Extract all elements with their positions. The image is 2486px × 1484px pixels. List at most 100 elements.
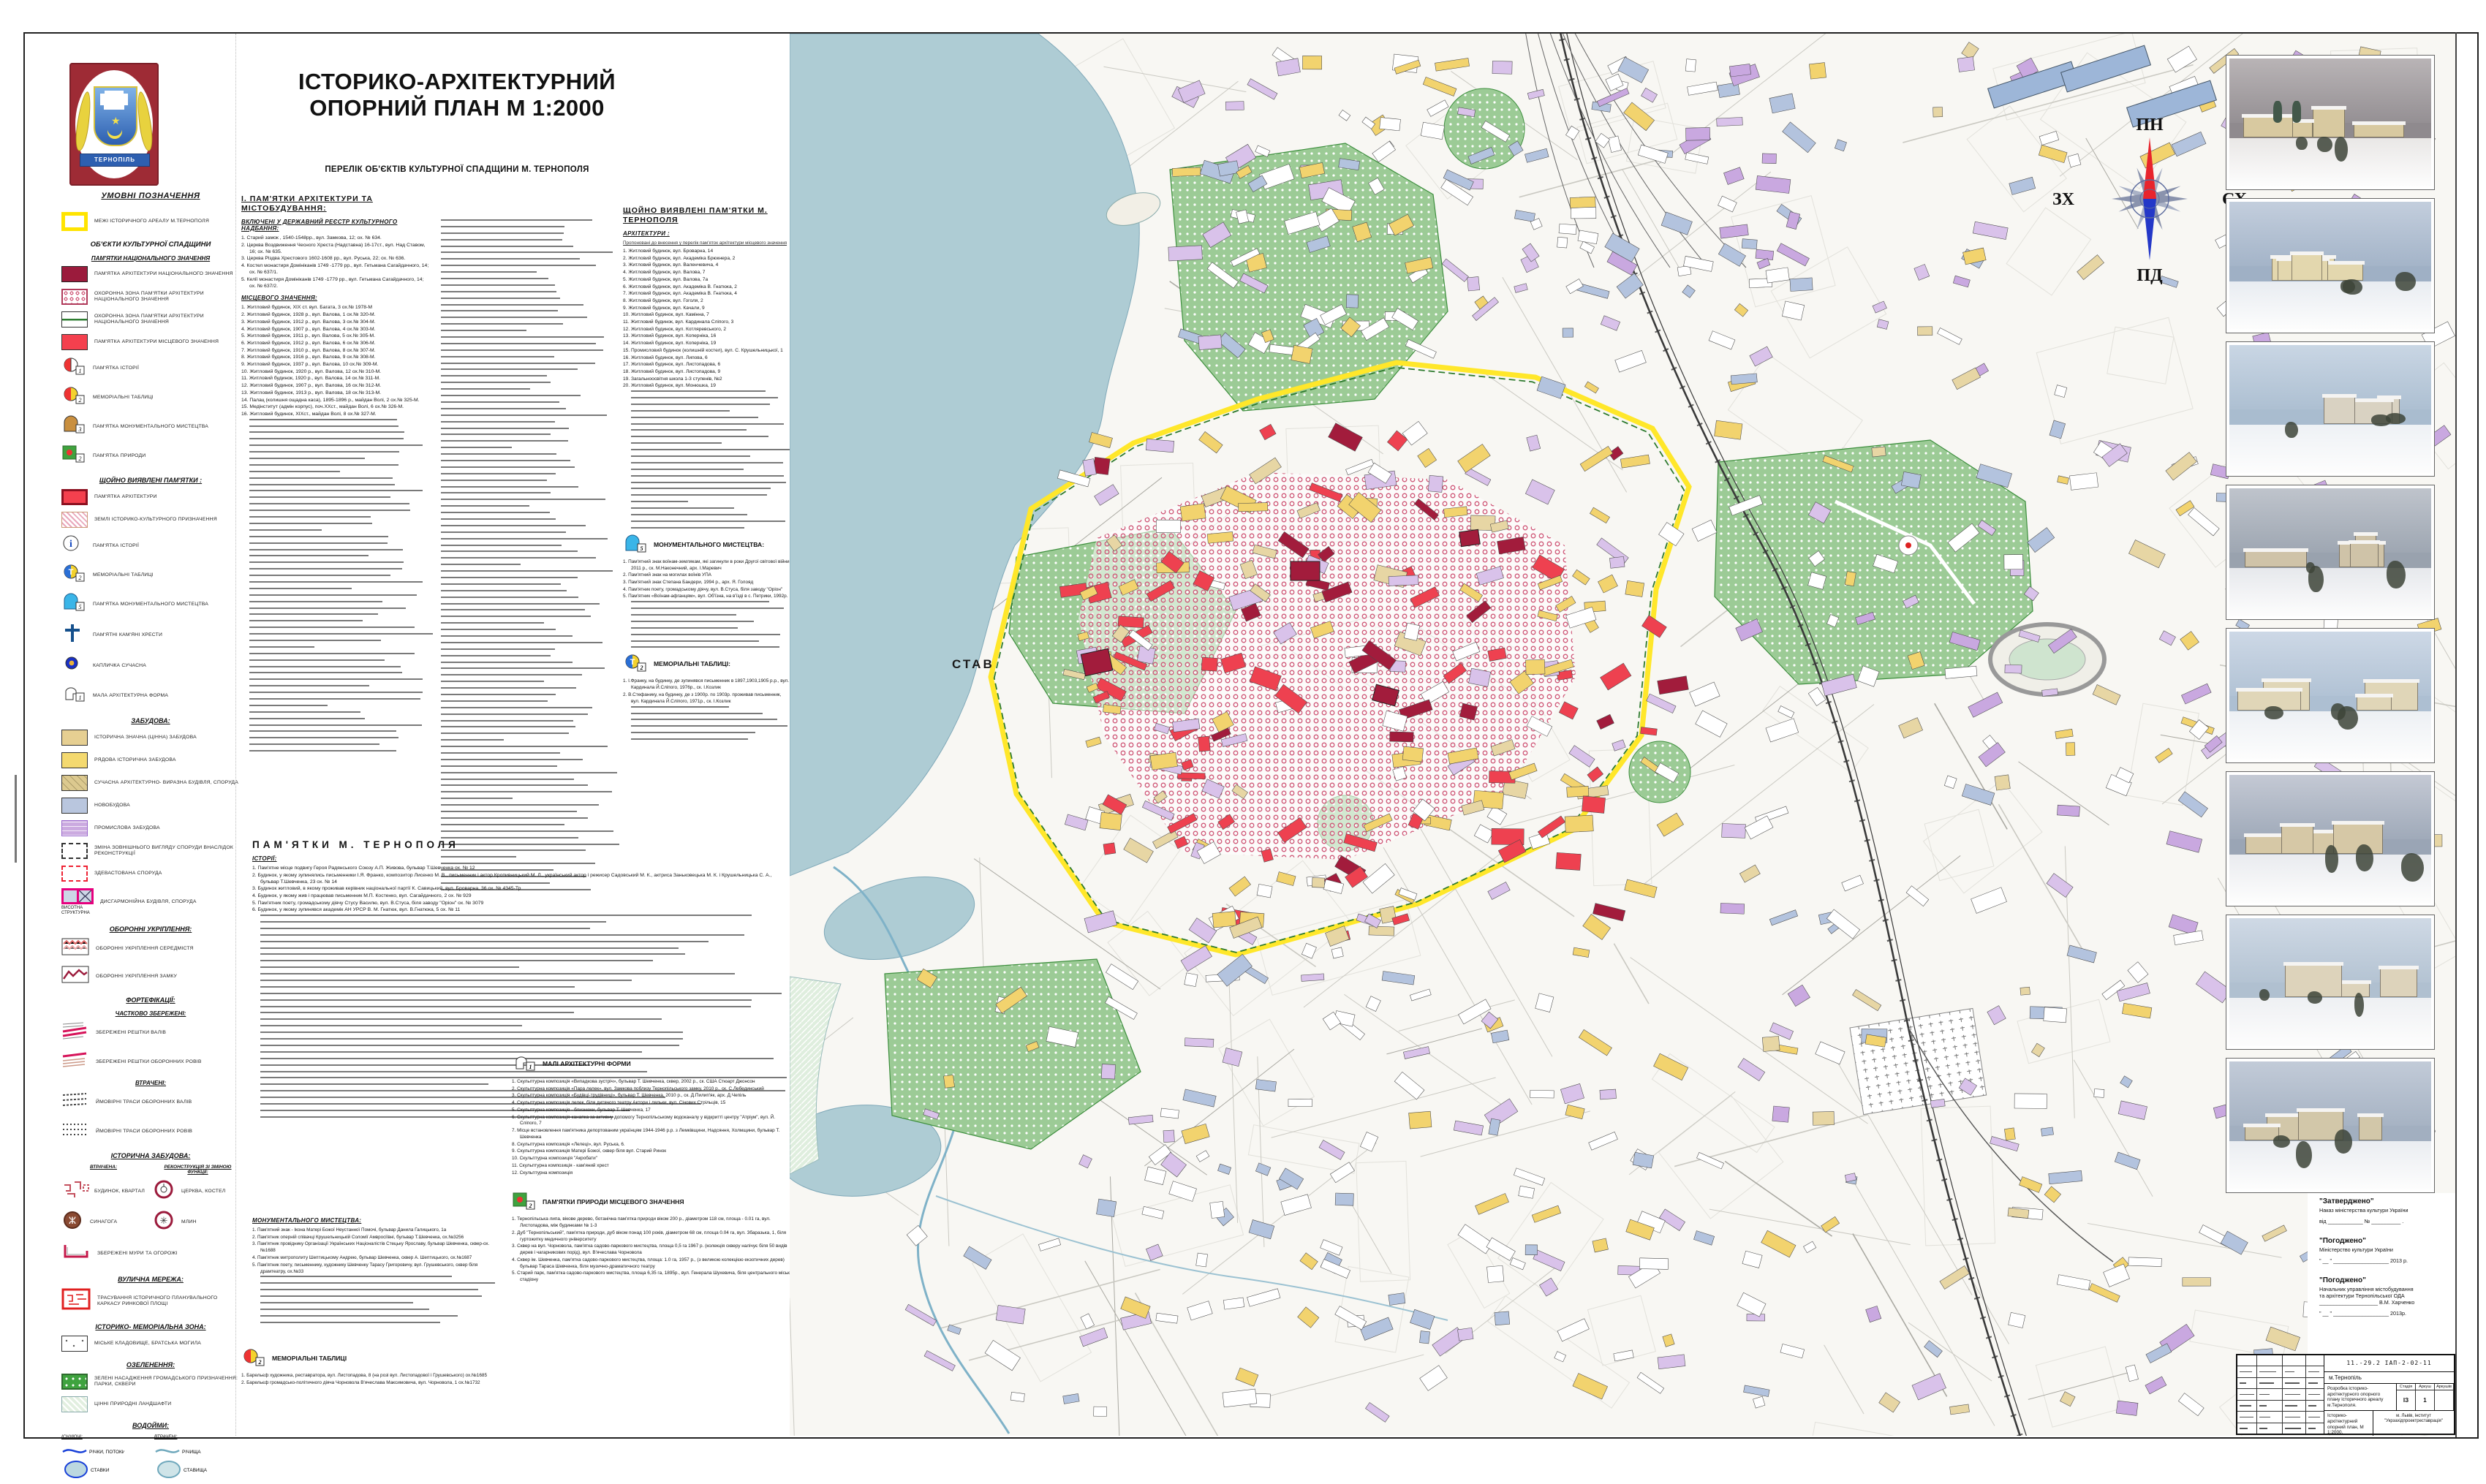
list-item: 16. Житловий будинок, вул. Липова, 6 — [623, 355, 791, 362]
list-item: 2. Пам'ятник оперній співачці Крушельниц… — [252, 1235, 505, 1241]
swatch-boundary — [61, 212, 88, 231]
title-block-signatures — [2237, 1355, 2324, 1434]
city-photo-7 — [2226, 915, 2435, 1050]
sheet-name: Історико-архітектурний опорний план, М 1… — [2324, 1411, 2373, 1436]
svg-text:T: T — [69, 568, 74, 577]
legend-item: ЗБЕРЕЖЕНІ МУРИ ТА ОГОРОЖІ — [61, 1241, 240, 1266]
city-photo-1 — [2226, 55, 2435, 190]
legend-item: ОБОРОННІ УКРІПЛЕННЯ СЕРЕДМІСТЯ — [61, 938, 240, 959]
legend-item: ПАМ'ЯТНІ КАМ'ЯНІ ХРЕСТИ — [61, 622, 240, 648]
list-item: 6. Будинок, у якому зупинявся академік А… — [252, 907, 790, 914]
archTan-icon: 3 — [61, 415, 86, 438]
list-item: 3. Скульптурна композиція «Будівці-труді… — [512, 1093, 793, 1099]
swatch-b5 — [61, 820, 88, 836]
legend-item: ОХОРОННА ЗОНА ПАМ'ЯТКИ АРХІТЕКТУРИ НАЦІО… — [61, 289, 240, 305]
legend-item: ЗЕМЛІ ІСТОРИКО-КУЛЬТУРНОГО ПРИЗНАЧЕННЯ — [61, 512, 240, 528]
legend-item: ЗЕЛЕНІ НАСАДЖЕННЯ ГРОМАДСЬКОГО ПРИЗНАЧЕН… — [61, 1374, 240, 1390]
list-item: 4. Будинок, у якому жив і працював письм… — [252, 893, 790, 900]
fValL-icon — [61, 1091, 89, 1113]
title-block: 11.-29.2 ІАП-2-02-11 м.Тернопіль Розробк… — [2236, 1354, 2455, 1435]
svg-text:1: 1 — [79, 694, 82, 701]
list-item: 1. Пам'ятне місце подвигу Героя Радянськ… — [252, 866, 790, 872]
list-item: 1. Тернопільська липа, вікове дерево, бо… — [512, 1216, 798, 1230]
list-item: 4. Скульптурна композиція лелек, біля ди… — [512, 1100, 793, 1107]
legend-item: 5ПАМ'ЯТКА МОНУМЕНТАЛЬНОГО МИСТЕЦТВА — [61, 593, 240, 616]
document-city: м.Тернопіль — [2324, 1372, 2454, 1384]
list-item: 20. Житловий будинок, вул. Монюшка, 19 — [623, 383, 791, 390]
list-item: 1. Пам'ятний знак - Ікона Матері Божої Н… — [252, 1227, 505, 1234]
city-photo-2 — [2226, 198, 2435, 333]
list-item: 19. Загальноосвітня школа 1-3 ступенів, … — [623, 376, 791, 383]
list-item: 5. Пам'ятник поету, письменнику, художни… — [252, 1262, 505, 1276]
list-item: 4. Житловий будинок, вул. Валова, 7 — [623, 270, 791, 276]
legend-item: iПАМ'ЯТКА ІСТОРІЇ — [61, 534, 240, 557]
list-block: I. ПАМ'ЯТКИ АРХІТЕКТУРИ ТА МІСТОБУДУВАНН… — [241, 194, 430, 757]
list-item: 2. Дуб "Тернопільський", пам'ятка природ… — [512, 1230, 798, 1243]
list-item: 12. Житловий будинок, 1907 р., вул. Вало… — [241, 383, 430, 390]
legend-heading: ЩОЙНО ВИЯВЛЕНІ ПАМ'ЯТКИ : — [61, 477, 240, 484]
list-item: 12. Скульптурна композиція — [512, 1170, 793, 1177]
list-item: 11. Житловий будинок, вул. Кардинала Слі… — [623, 319, 791, 326]
list-item: 2. Пам'ятний знак на могилах воїнів УПА — [623, 572, 791, 579]
disharmonious-building-swatch — [61, 888, 94, 904]
map-labels: СТАВ — [952, 657, 994, 671]
swatch-cem — [61, 1336, 88, 1352]
list-item: 10. Житловий будинок, 1920 р., вул. Вало… — [241, 369, 430, 376]
cMemB-icon: T2 — [623, 654, 648, 674]
cMemB-icon: T2 — [61, 564, 86, 586]
list-item: 2. Скульптурна композиція «Пара лелек», … — [512, 1086, 793, 1093]
lostHouse-icon — [61, 1179, 91, 1203]
list-block: 2ПАМ'ЯТКИ ПРИРОДИ МІСЦЕВОГО ЗНАЧЕННЯ1. Т… — [512, 1186, 798, 1284]
fVal-icon — [61, 1021, 89, 1044]
legend-heading: ФОРТЕФІКАЦІЇ: — [61, 996, 240, 1004]
defCas-icon — [61, 966, 89, 987]
legend-item: ЗБЕРЕЖЕНІ РЕШТКИ ОБОРОННИХ РОВІВ — [61, 1050, 240, 1073]
swatch-b4 — [61, 798, 88, 814]
legend-heading: ІСТОРИКО- МЕМОРІАЛЬНА ЗОНА: — [61, 1323, 240, 1330]
list-item: 8. Житловий будинок, 1916 р., вул. Валов… — [241, 355, 430, 361]
legend-item: РЯДОВА ІСТОРИЧНА ЗАБУДОВА — [61, 752, 240, 768]
list-block: ЩОЙНО ВИЯВЛЕНІ ПАМ'ЯТКИ М. ТЕРНОПОЛЯАРХІ… — [623, 206, 791, 745]
list-item: 14. Палац (колишня ощадна каса), 1895-18… — [241, 398, 430, 404]
natureSq-icon: 2 — [61, 444, 86, 467]
list-block: 2МЕМОРІАЛЬНІ ТАБЛИЦІ1. Барельєф художник… — [241, 1342, 717, 1387]
legend-item: ЗБЕРЕЖЕНІ РЕШТКИ ВАЛІВ — [61, 1021, 240, 1044]
list-item: 9. Житловий будинок, 1937 р., вул. Валов… — [241, 362, 430, 368]
cHist-icon: 1 — [61, 357, 86, 379]
cSyn-icon: ⵣ — [61, 1210, 86, 1234]
approval-entry: "Погоджено"Міністерство культури України… — [2319, 1237, 2455, 1264]
list-item: 8. Житловий будинок, вул. Гоголя, 2 — [623, 298, 791, 305]
list-item: 9. Скульптурна композиція Матері Божої, … — [512, 1148, 793, 1155]
chapel-icon — [61, 654, 86, 677]
legend-rows: МЕЖІ ІСТОРИЧНОГО АРЕАЛУ М.ТЕРНОПОЛЯОБ'ЄК… — [61, 212, 240, 1484]
list-item: 11. Скульптурна композиція - кам'яний хр… — [512, 1163, 793, 1170]
cMem-icon: 2 — [241, 1348, 266, 1368]
list-item: 9. Житловий будинок, вул. Качали, 9 — [623, 306, 791, 312]
list-item: 2. Барельєф громадсько-політичного діяча… — [241, 1380, 717, 1387]
list-item: 2. Будинок, у якому зупинялись письменни… — [252, 873, 790, 886]
archBlue-icon: 5 — [61, 593, 86, 616]
svg-text:СТАВИЩА: СТАВИЩА — [184, 1468, 208, 1473]
legend-title: УМОВНІ ПОЗНАЧЕННЯ — [61, 192, 240, 200]
list-item: 5. Житловий будинок, 1911 р., вул. Валов… — [241, 333, 430, 340]
swatch-newarch — [61, 489, 88, 505]
list-item: 3. Церква Різдва Хрестового 1602-1608 рр… — [241, 256, 430, 262]
organization: м. Львів, інститут "Укрзахідпроектрестав… — [2373, 1411, 2454, 1436]
cMem-icon: 2 — [61, 386, 86, 409]
swatch-local — [61, 334, 88, 350]
list-item: 5. Келії монастиря Домініканів 1749 -177… — [241, 277, 430, 290]
streetNet-icon — [61, 1288, 91, 1314]
svg-text:2: 2 — [79, 455, 82, 462]
swatch-natarch — [61, 266, 88, 282]
list-item: 3. Сквер на вул. Чорновола, пам'ятка сад… — [512, 1243, 798, 1257]
legend-item: ПРОМИСЛОВА ЗАБУДОВА — [61, 820, 240, 836]
city-photo-4 — [2226, 485, 2435, 620]
list-item: 12. Житловий будинок, вул. Котляревськог… — [623, 327, 791, 333]
list-item: 1. Житловий будинок, вул. Броварна, 14 — [623, 249, 791, 255]
stage-headers: СтадіяАркушАркушів — [2397, 1384, 2454, 1390]
svg-text:5: 5 — [79, 604, 82, 610]
legend-item: ПАМ'ЯТКА АРХІТЕКТУРИ НАЦІОНАЛЬНОГО ЗНАЧЕ… — [61, 266, 240, 282]
legend-heading: ВУЛИЧНА МЕРЕЖА: — [61, 1276, 240, 1283]
swatch-b1 — [61, 730, 88, 746]
compass-north-label: ПН — [2136, 116, 2164, 135]
